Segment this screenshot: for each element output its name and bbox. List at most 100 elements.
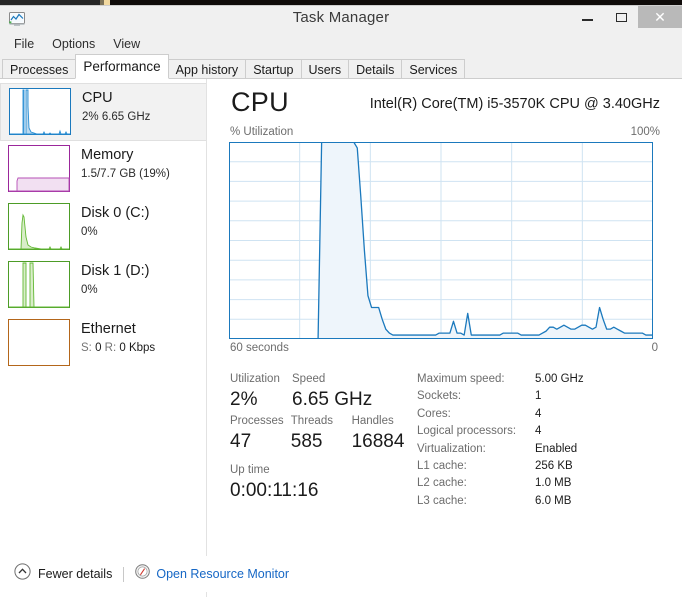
cpu-specs-group: Maximum speed: 5.00 GHz Sockets: 1 Cores… [417,371,657,510]
minimize-button[interactable] [570,6,604,28]
ethernet-recv-label: R: [101,342,120,354]
spec-l2-cache-value: 1.0 MB [535,477,572,490]
cpu-model-name: Intel(R) Core(TM) i5-3570K CPU @ 3.40GHz [369,96,660,112]
disk0-thumbnail-graph [8,203,70,250]
tab-performance[interactable]: Performance [75,54,169,79]
sidebar-item-ethernet-subtitle: S: 0 R: 0 Kbps [81,340,155,356]
tab-users[interactable]: Users [300,59,350,79]
stat-speed: Speed 6.65 GHz [292,371,412,413]
stat-threads-label: Threads [290,415,333,427]
menu-item-view[interactable]: View [104,35,149,53]
sidebar-item-disk1-subtitle: 0% [81,284,98,296]
close-button[interactable]: ✕ [638,6,682,28]
spec-virtualization-value: Enabled [535,442,578,455]
spec-cores-value: 4 [535,407,542,420]
stat-processes-label: Processes [230,415,284,427]
stat-threads: Threads 585 [291,413,352,455]
spec-l3-cache-label: L3 cache: [417,494,467,507]
spec-logical-processors-value: 4 [535,425,542,438]
sidebar-item-cpu[interactable]: CPU 2% 6.65 GHz [0,83,206,141]
spec-maximum-speed-label: Maximum speed: [417,373,505,385]
sidebar-item-cpu-title: CPU [82,90,113,106]
stat-uptime: Up time 0:00:11:16 [230,462,430,504]
spec-sockets-label: Sockets: [417,390,462,403]
ethernet-send-label: S: [81,342,96,354]
spec-row-l2-cache: L2 cache: 1.0 MB [417,475,657,492]
stat-speed-value: 6.65 GHz [292,389,373,410]
fewer-details-button[interactable]: Fewer details [14,563,112,585]
stat-threads-value: 585 [290,431,323,452]
stats-row-utilization-speed: Utilization 2% Speed 6.65 GHz [230,371,430,413]
cpu-utilization-chart[interactable] [228,141,654,340]
open-resource-monitor-link[interactable]: Open Resource Monitor [135,564,289,584]
tab-app-history[interactable]: App history [167,59,247,79]
sidebar-item-memory-subtitle: 1.5/7.7 GB (19%) [81,168,170,180]
stat-utilization-label: Utilization [230,373,280,385]
spec-l3-cache-value: 6.0 MB [535,494,572,507]
spec-maximum-speed-value: 5.00 GHz [535,373,584,385]
chart-y-axis-label: % Utilization [230,126,294,138]
cpu-detail-panel: CPU Intel(R) Core(TM) i5-3570K CPU @ 3.4… [208,79,682,597]
status-divider [123,566,125,582]
stat-uptime-label: Up time [230,464,270,476]
tab-services[interactable]: Services [401,59,466,79]
status-bar: Fewer details Open Resource Monitor [0,556,682,592]
spec-sockets-value: 1 [535,390,542,403]
page-title: CPU [231,87,289,117]
sidebar-item-disk0-subtitle: 0% [81,226,98,238]
chart-x-axis-start: 60 seconds [230,342,289,354]
spec-l2-cache-label: L2 cache: [417,477,467,490]
sidebar-item-ethernet[interactable]: Ethernet S: 0 R: 0 Kbps [0,315,206,373]
spec-row-l3-cache: L3 cache: 6.0 MB [417,493,657,510]
sidebar-item-memory[interactable]: Memory 1.5/7.7 GB (19%) [0,141,206,199]
spec-row-l1-cache: L1 cache: 256 KB [417,458,657,475]
sidebar-item-memory-title: Memory [81,147,134,163]
chevron-up-circle-icon [14,563,31,585]
stat-processes-value: 47 [230,431,252,452]
tab-details[interactable]: Details [348,59,403,79]
ethernet-recv-value: 0 Kbps [119,342,156,354]
stat-speed-label: Speed [292,373,326,385]
stat-uptime-value: 0:00:11:16 [230,480,319,501]
spec-row-sockets: Sockets: 1 [417,388,657,405]
stat-utilization-value: 2% [230,389,258,410]
sidebar-item-disk1-title: Disk 1 (D:) [81,263,150,279]
menu-bar: File Options View [0,33,682,55]
sidebar-item-disk1[interactable]: Disk 1 (D:) 0% [0,257,206,315]
chart-y-axis-max: 100% [630,126,660,138]
stats-row-processes-threads-handles: Processes 47 Threads 585 Handles 16884 [230,413,430,455]
title-bar[interactable]: Task Manager ✕ [0,6,682,33]
spec-logical-processors-label: Logical processors: [417,425,517,438]
spec-row-logical-processors: Logical processors: 4 [417,423,657,440]
task-manager-window: Task Manager ✕ File Options View Process… [0,5,682,597]
sidebar-item-cpu-subtitle: 2% 6.65 GHz [82,111,151,123]
tab-strip: Processes Performance App history Startu… [0,54,682,79]
fewer-details-label: Fewer details [38,567,113,581]
maximize-button[interactable] [604,6,638,28]
spec-cores-label: Cores: [417,407,451,420]
menu-item-file[interactable]: File [5,35,43,53]
menu-item-options[interactable]: Options [43,35,104,53]
minimize-icon [581,19,593,21]
sidebar-item-disk0[interactable]: Disk 0 (C:) 0% [0,199,206,257]
resource-monitor-icon [135,564,151,584]
sidebar-item-ethernet-title: Ethernet [81,321,136,337]
chart-x-axis-end: 0 [651,342,658,354]
maximize-icon [615,12,627,22]
open-resource-monitor-label: Open Resource Monitor [156,567,290,581]
tab-startup[interactable]: Startup [245,59,302,79]
resource-list-sidebar: CPU 2% 6.65 GHz Memory 1.5/7.7 GB (19%) [0,79,207,597]
tab-processes[interactable]: Processes [2,59,77,79]
spec-row-maximum-speed: Maximum speed: 5.00 GHz [417,371,657,388]
content-area: CPU 2% 6.65 GHz Memory 1.5/7.7 GB (19%) [0,79,682,597]
spec-row-cores: Cores: 4 [417,406,657,423]
sidebar-item-disk0-title: Disk 0 (C:) [81,205,150,221]
memory-thumbnail-graph [8,145,70,192]
ethernet-thumbnail-graph [8,319,70,366]
cpu-stats-group: Utilization 2% Speed 6.65 GHz Processes … [230,371,430,504]
spec-row-virtualization: Virtualization: Enabled [417,441,657,458]
spec-virtualization-label: Virtualization: [417,442,486,455]
cpu-thumbnail-graph [9,88,71,135]
spec-l1-cache-value: 256 KB [535,460,573,473]
stat-utilization: Utilization 2% [230,371,292,413]
